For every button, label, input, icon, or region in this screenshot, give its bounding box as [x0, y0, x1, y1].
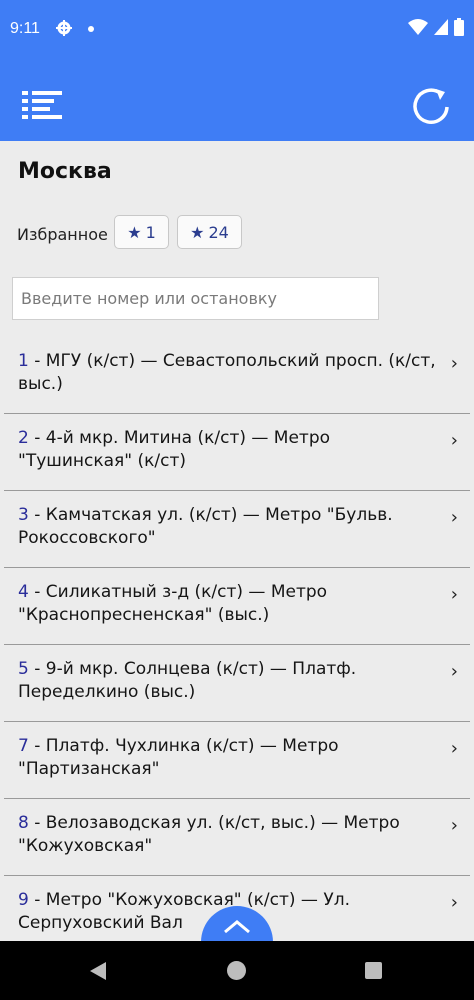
route-item[interactable]: 5 - 9-й мкр. Солнцева (к/ст) — Платф. Пе… — [4, 645, 470, 722]
status-time: 9:11 — [10, 20, 40, 37]
route-number: 9 — [18, 890, 29, 910]
route-name: - МГУ (к/ст) — Севастопольский просп. (к… — [18, 351, 436, 394]
main-content: Москва Избранное ★ 1 ★ 24 1 - МГУ (к/ст)… — [0, 141, 474, 941]
star-icon: ★ — [127, 222, 142, 242]
favorite-button-1[interactable]: ★ 1 — [114, 215, 169, 249]
chevron-right-icon: › — [450, 507, 458, 528]
route-description: 3 - Камчатская ул. (к/ст) — Метро "Бульв… — [18, 504, 438, 550]
star-icon: ★ — [190, 222, 205, 242]
route-description: 4 - Силикатный з-д (к/ст) — Метро "Красн… — [18, 581, 438, 627]
route-item[interactable]: 4 - Силикатный з-д (к/ст) — Метро "Красн… — [4, 568, 470, 645]
settings-gear-icon — [56, 20, 72, 36]
chevron-right-icon: › — [450, 661, 458, 682]
route-description: 7 - Платф. Чухлинка (к/ст) — Метро "Парт… — [18, 735, 438, 781]
page-title: Москва — [18, 159, 112, 184]
chevron-right-icon: › — [450, 892, 458, 913]
battery-icon — [454, 18, 464, 36]
route-number: 1 — [18, 351, 29, 371]
route-item[interactable]: 3 - Камчатская ул. (к/ст) — Метро "Бульв… — [4, 491, 470, 568]
recent-apps-icon[interactable] — [365, 962, 382, 979]
app-bar — [0, 60, 474, 141]
route-item[interactable]: 2 - 4-й мкр. Митина (к/ст) — Метро "Туши… — [4, 414, 470, 491]
route-number: 2 — [18, 428, 29, 448]
chevron-right-icon: › — [450, 815, 458, 836]
list-menu-icon[interactable] — [22, 90, 64, 120]
route-name: - 4-й мкр. Митина (к/ст) — Метро "Тушинс… — [18, 428, 331, 471]
route-name: - Велозаводская ул. (к/ст, выс.) — Метро… — [18, 813, 400, 856]
route-description: 1 - МГУ (к/ст) — Севастопольский просп. … — [18, 350, 438, 396]
route-name: - 9-й мкр. Солнцева (к/ст) — Платф. Пере… — [18, 659, 357, 702]
chevron-right-icon: › — [450, 584, 458, 605]
route-item[interactable]: 1 - МГУ (к/ст) — Севастопольский просп. … — [4, 337, 470, 414]
route-name: - Силикатный з-д (к/ст) — Метро "Красноп… — [18, 582, 328, 625]
chevron-right-icon: › — [450, 738, 458, 759]
wifi-icon — [408, 19, 428, 35]
search-input[interactable] — [12, 277, 379, 320]
refresh-icon[interactable] — [410, 86, 452, 128]
route-name: - Камчатская ул. (к/ст) — Метро "Бульв. … — [18, 505, 393, 548]
back-icon[interactable] — [90, 962, 106, 980]
route-number: 5 — [18, 659, 29, 679]
route-number: 4 — [18, 582, 29, 602]
route-name: - Метро "Кожуховская" (к/ст) — Ул. Серпу… — [18, 890, 350, 933]
route-list: 1 - МГУ (к/ст) — Севастопольский просп. … — [0, 337, 474, 941]
route-number: 3 — [18, 505, 29, 525]
route-name: - Платф. Чухлинка (к/ст) — Метро "Партиз… — [18, 736, 339, 779]
chevron-right-icon: › — [450, 353, 458, 374]
route-number: 8 — [18, 813, 29, 833]
route-description: 5 - 9-й мкр. Солнцева (к/ст) — Платф. Пе… — [18, 658, 438, 704]
route-item[interactable]: 7 - Платф. Чухлинка (к/ст) — Метро "Парт… — [4, 722, 470, 799]
route-description: 2 - 4-й мкр. Митина (к/ст) — Метро "Туши… — [18, 427, 438, 473]
favorite-count: 24 — [208, 222, 229, 242]
favorites-label: Избранное — [17, 225, 108, 244]
route-item[interactable]: 8 - Велозаводская ул. (к/ст, выс.) — Мет… — [4, 799, 470, 876]
route-description: 8 - Велозаводская ул. (к/ст, выс.) — Мет… — [18, 812, 438, 858]
system-nav-bar — [0, 941, 474, 1000]
status-right-icons — [408, 18, 464, 36]
favorite-count: 1 — [145, 222, 156, 242]
home-icon[interactable] — [227, 961, 246, 980]
notification-dot-icon — [88, 26, 94, 32]
chevron-right-icon: › — [450, 430, 458, 451]
status-bar: 9:11 — [0, 0, 474, 60]
favorite-button-24[interactable]: ★ 24 — [177, 215, 242, 249]
signal-icon — [434, 19, 448, 35]
route-number: 7 — [18, 736, 29, 756]
